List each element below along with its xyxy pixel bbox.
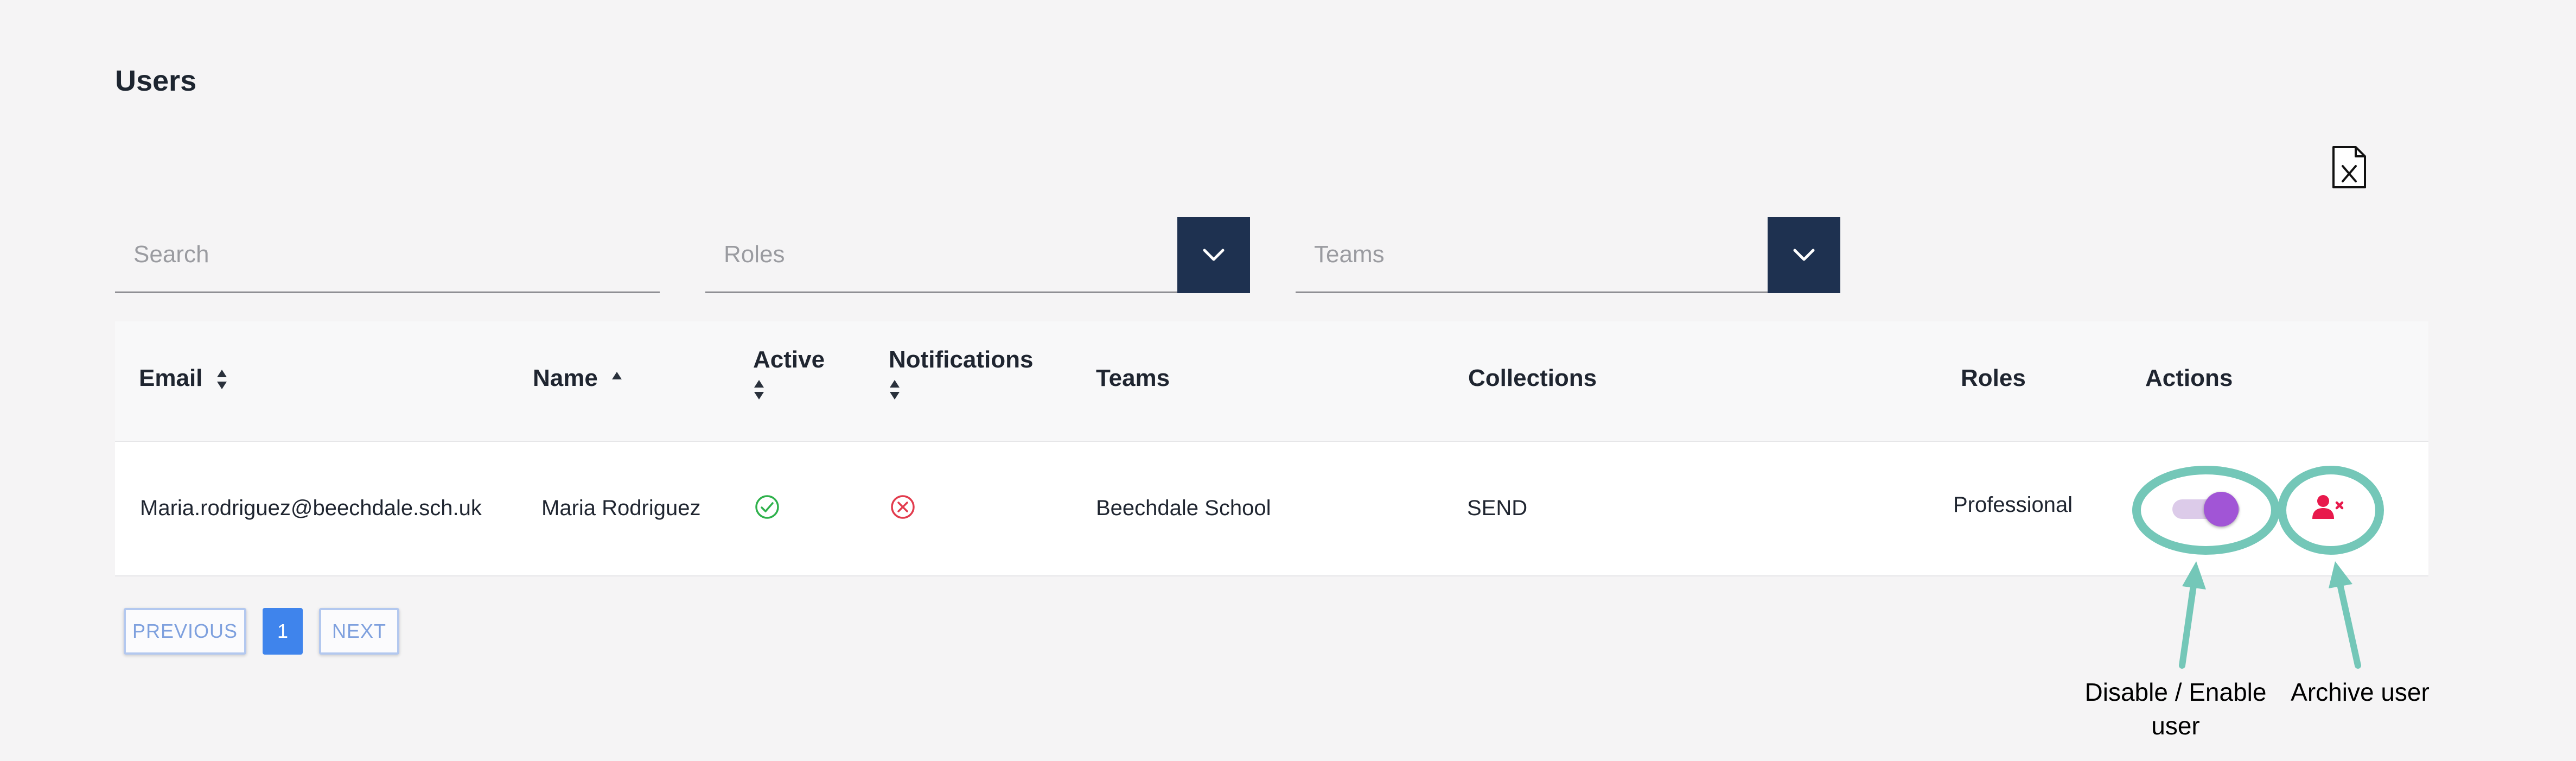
toggle-annotation-line1: Disable / Enable <box>2084 678 2267 706</box>
archive-annotation-label: Archive user <box>2291 678 2430 706</box>
toggle-annotation-label: Disable / Enable user <box>2062 675 2290 743</box>
archive-highlight-ellipse <box>2278 466 2384 555</box>
archive-annotation-arrow <box>2329 561 2361 669</box>
toggle-highlight-ellipse <box>2132 466 2280 555</box>
toggle-annotation-arrow <box>2179 561 2206 669</box>
annotation-overlay <box>2132 466 2384 669</box>
toggle-annotation-line2: user <box>2151 712 2200 740</box>
